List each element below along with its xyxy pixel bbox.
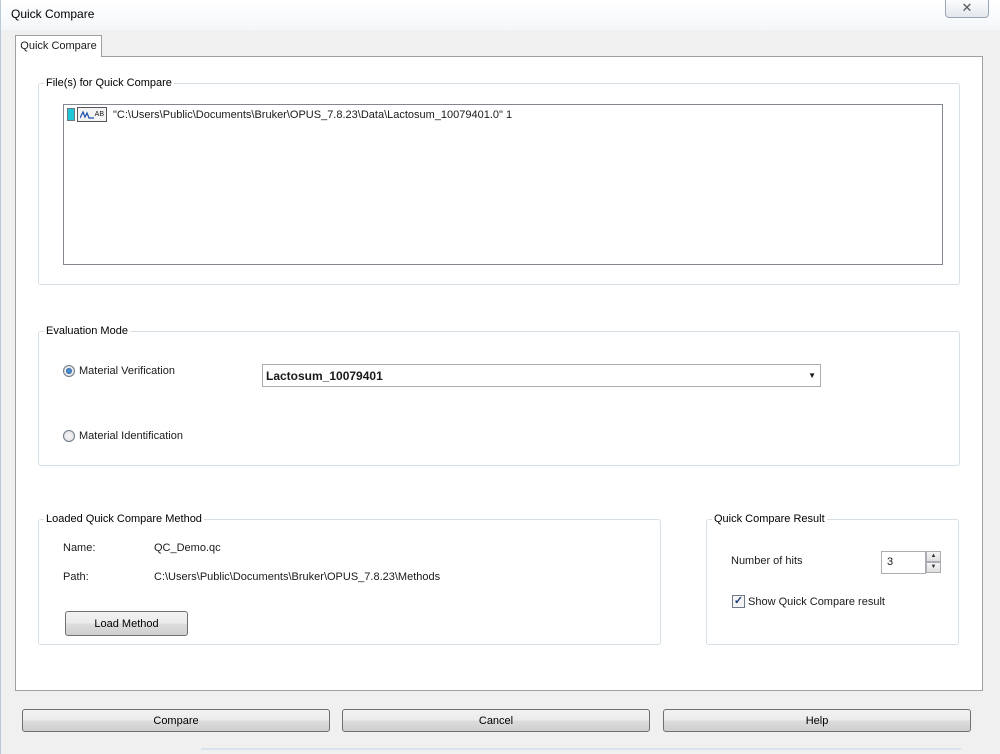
- close-button[interactable]: ✕: [945, 0, 989, 18]
- material-verification-label: Material Verification: [79, 365, 175, 377]
- file-path: "C:\Users\Public\Documents\Bruker\OPUS_7…: [113, 109, 513, 121]
- spin-up-icon[interactable]: ▲: [926, 551, 941, 562]
- chevron-down-icon: ▼: [808, 371, 816, 380]
- quick-compare-dialog: Quick Compare ✕ Quick Compare File(s) fo…: [0, 0, 1000, 754]
- radio-checked-indicator: [63, 365, 75, 377]
- file-icon-label: AB: [94, 111, 104, 118]
- evaluation-mode-label: Evaluation Mode: [44, 325, 130, 337]
- files-group-label: File(s) for Quick Compare: [44, 77, 174, 89]
- material-identification-radio[interactable]: Material Identification: [63, 430, 183, 442]
- spin-down-icon[interactable]: ▼: [926, 562, 941, 573]
- spectrum-file-icon: AB: [67, 107, 109, 123]
- method-path-label: Path:: [63, 571, 89, 583]
- loaded-method-label: Loaded Quick Compare Method: [44, 513, 204, 525]
- number-of-hits-input[interactable]: 3: [881, 551, 926, 574]
- background-artifact: [201, 748, 961, 750]
- tab-quick-compare[interactable]: Quick Compare: [15, 35, 102, 57]
- file-list[interactable]: AB "C:\Users\Public\Documents\Bruker\OPU…: [63, 104, 943, 265]
- material-verification-radio[interactable]: Material Verification: [63, 365, 175, 377]
- checkmark-icon: ✓: [732, 595, 745, 608]
- result-group-label: Quick Compare Result: [712, 513, 827, 525]
- close-icon: ✕: [961, 0, 973, 15]
- show-result-checkbox[interactable]: ✓ Show Quick Compare result: [732, 595, 885, 608]
- method-name-value: QC_Demo.qc: [154, 542, 221, 554]
- reference-material-value: Lactosum_10079401: [266, 369, 383, 383]
- cancel-button[interactable]: Cancel: [342, 709, 650, 732]
- method-name-label: Name:: [63, 542, 96, 554]
- reference-material-dropdown[interactable]: Lactosum_10079401 ▼: [262, 364, 821, 387]
- window-title: Quick Compare: [11, 7, 95, 21]
- load-method-button[interactable]: Load Method: [65, 611, 188, 636]
- result-group: [706, 519, 959, 645]
- list-item[interactable]: AB "C:\Users\Public\Documents\Bruker\OPU…: [67, 107, 512, 123]
- evaluation-mode-group: [38, 331, 960, 466]
- radio-unchecked-indicator: [63, 430, 75, 442]
- compare-button[interactable]: Compare: [22, 709, 330, 732]
- material-identification-label: Material Identification: [79, 430, 183, 442]
- number-of-hits-stepper[interactable]: ▲ ▼: [926, 551, 942, 574]
- title-bar[interactable]: Quick Compare ✕: [1, 0, 1000, 30]
- number-of-hits-label: Number of hits: [731, 555, 803, 567]
- method-path-value: C:\Users\Public\Documents\Bruker\OPUS_7.…: [154, 571, 441, 583]
- show-result-label: Show Quick Compare result: [748, 595, 885, 608]
- help-button[interactable]: Help: [663, 709, 971, 732]
